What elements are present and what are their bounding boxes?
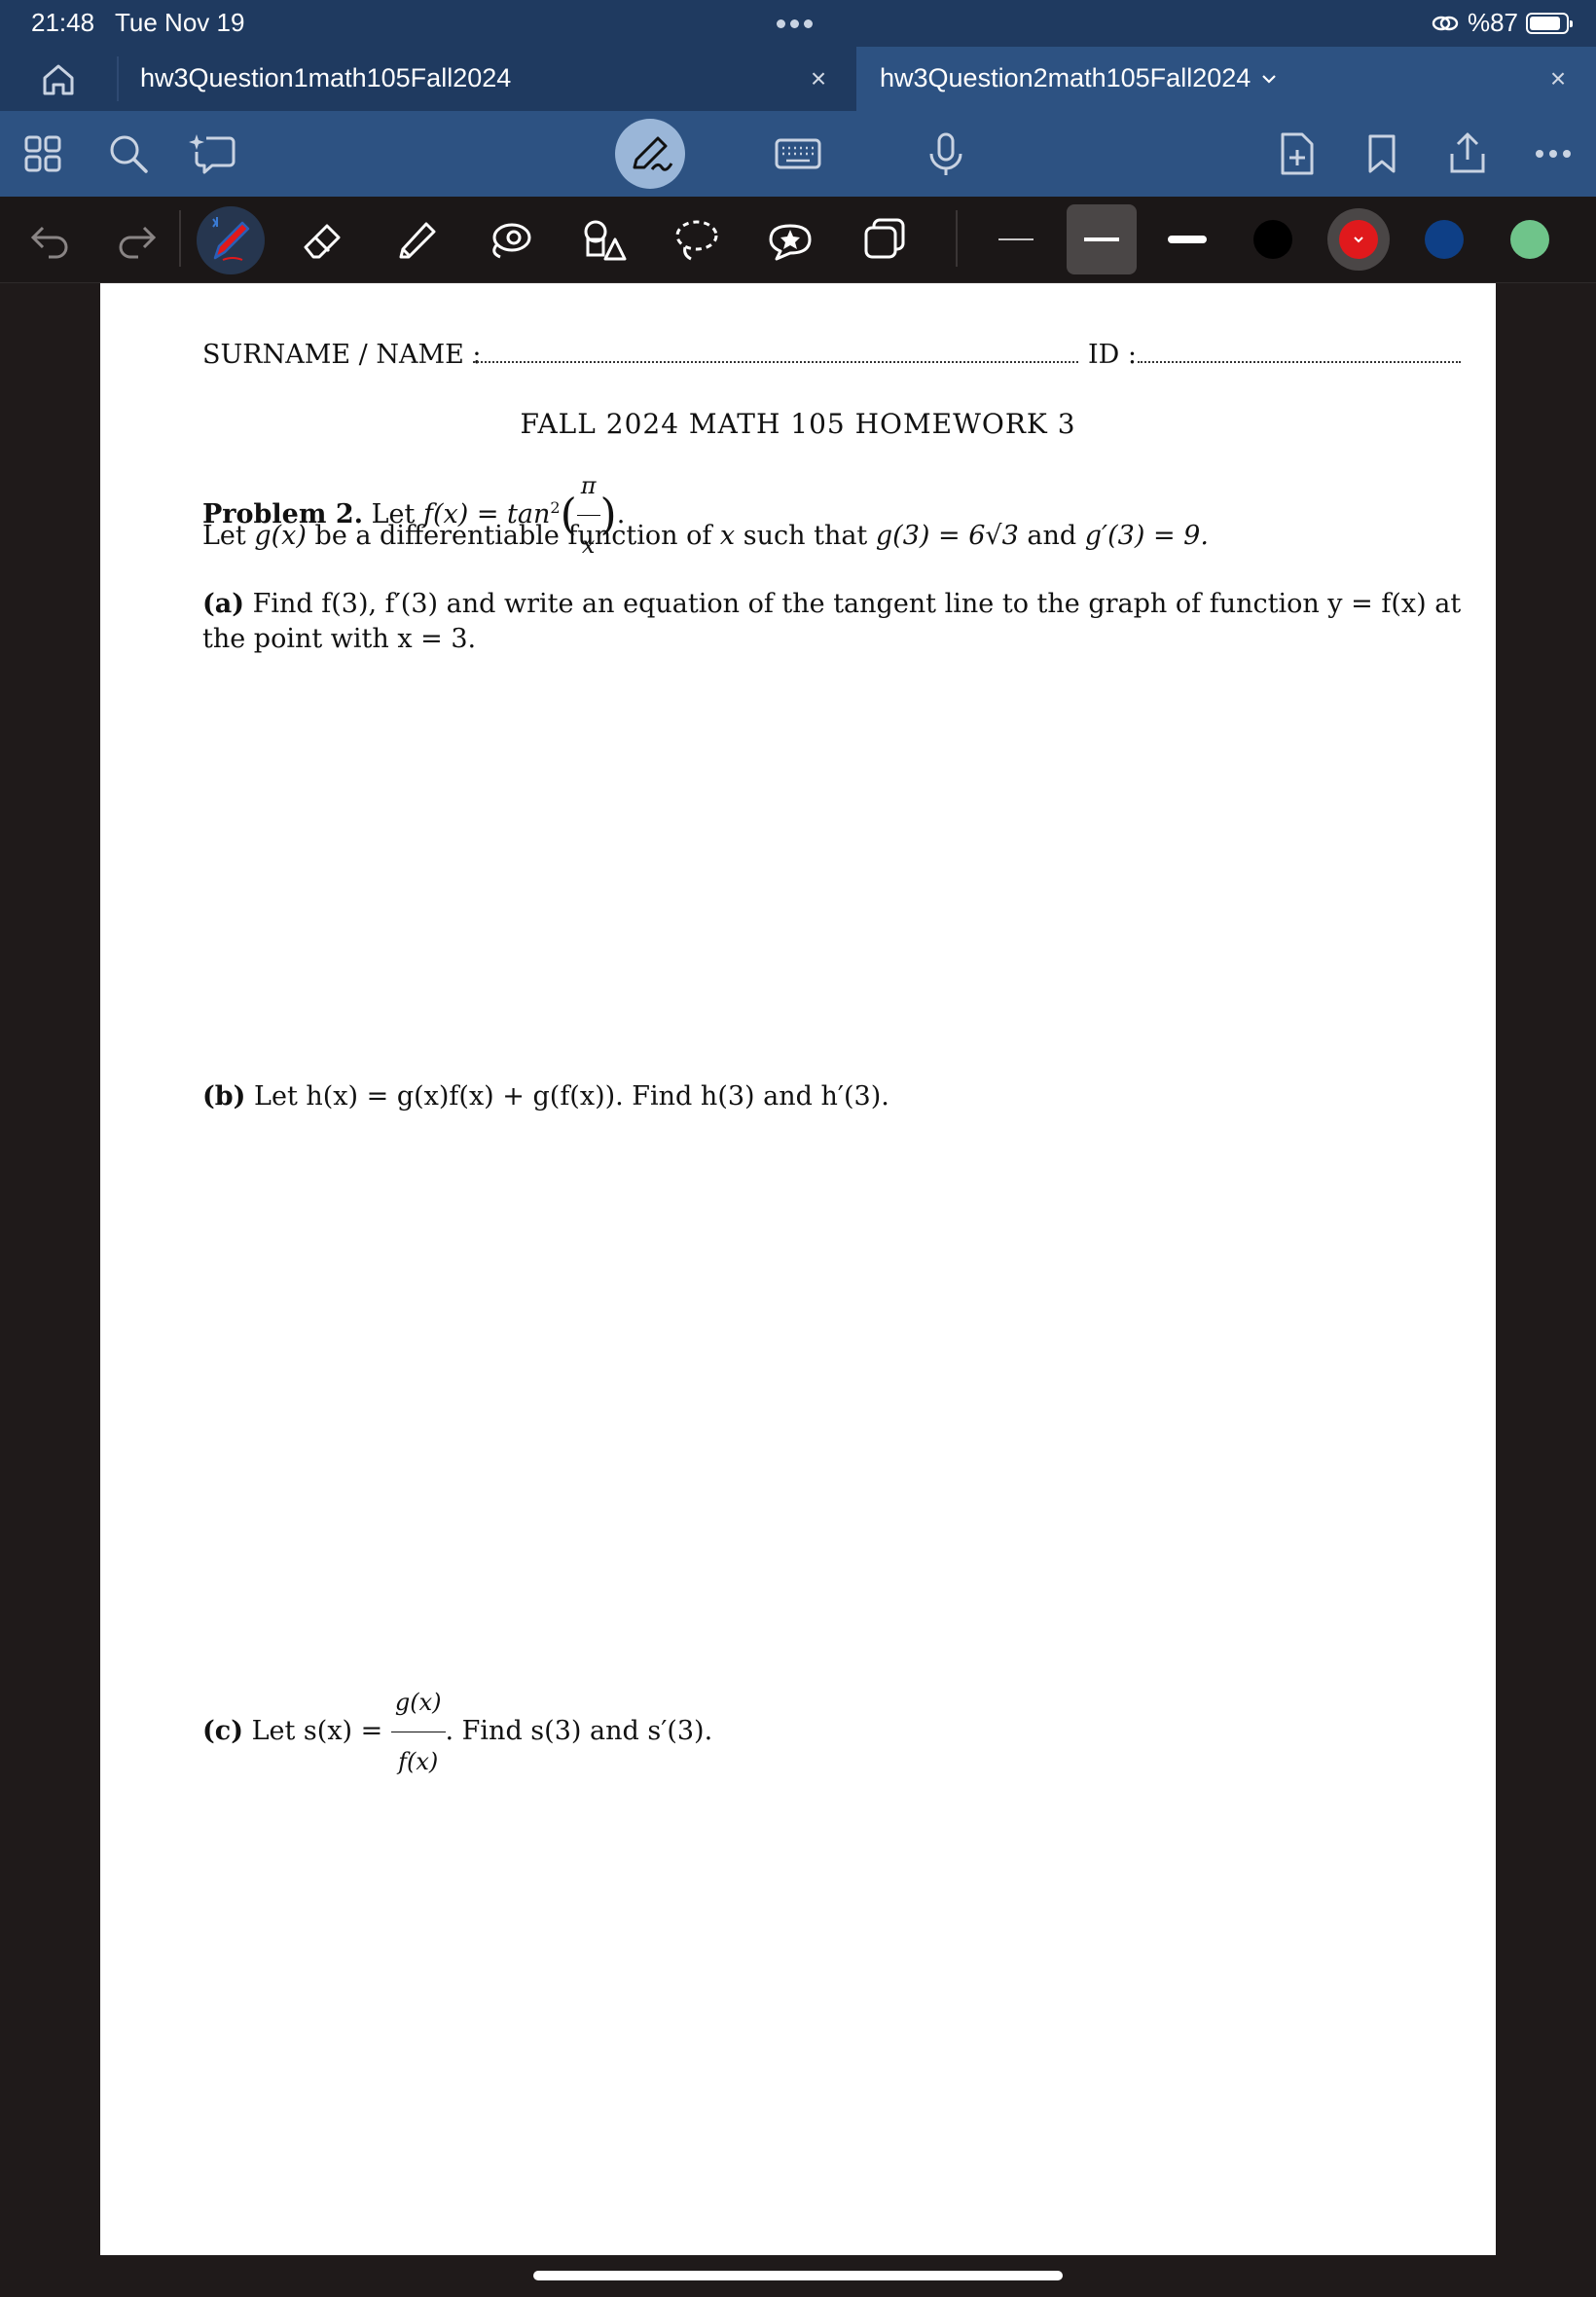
share-icon[interactable]: [1440, 127, 1495, 181]
id-label: ID :: [1088, 340, 1137, 370]
ai-sparkle-icon[interactable]: [187, 127, 241, 181]
pi-symbol: π: [576, 456, 600, 516]
tab-title: hw3Question2math105Fall2024: [880, 63, 1251, 92]
g-text-2: be a differentiable function of: [314, 521, 712, 551]
battery-icon: [1526, 12, 1573, 34]
part-b-label: (b): [202, 1081, 246, 1112]
sticker-icon[interactable]: [763, 212, 817, 267]
toolbar-divider: [179, 210, 181, 267]
g-over-f-fraction: g(x) f(x): [390, 1673, 446, 1791]
surname-field: SURNAME / NAME :: [202, 340, 481, 370]
image-icon[interactable]: [856, 212, 911, 267]
fraction-numerator: g(x): [390, 1673, 446, 1732]
home-icon[interactable]: [37, 60, 80, 99]
g-text-3: such that: [743, 521, 868, 551]
id-field: ID :: [1088, 340, 1137, 370]
link-icon: [1432, 16, 1459, 30]
g-statement: Let g(x) be a differentiable function of…: [202, 521, 1209, 551]
surname-blank-line: [473, 361, 1078, 363]
grid-icon[interactable]: [16, 127, 70, 181]
eraser-icon[interactable]: [296, 212, 350, 267]
color-swatch-red[interactable]: [1339, 220, 1378, 259]
chevron-down-icon[interactable]: [1261, 72, 1277, 86]
g-var: x: [719, 521, 736, 551]
g-and: and: [1027, 521, 1077, 551]
microphone-icon[interactable]: [919, 127, 973, 181]
redo-icon[interactable]: [109, 210, 163, 265]
part-c-text: . Find s(3) and s′(3).: [445, 1716, 713, 1746]
problem-statement: Problem 2. Let f(x) = tan2(π x).: [202, 456, 625, 574]
part-c-label: (c): [202, 1716, 243, 1746]
document-page[interactable]: SURNAME / NAME : ID : FALL 2024 MATH 105…: [100, 283, 1496, 2255]
status-date: Tue Nov 19: [115, 8, 245, 37]
f-exponent: 2: [550, 498, 561, 517]
more-icon[interactable]: [1526, 127, 1580, 181]
color-swatch-black[interactable]: [1253, 220, 1292, 259]
g-name: g(x): [254, 521, 307, 551]
toolbar-divider: [956, 210, 958, 267]
status-right: %87: [1431, 8, 1573, 38]
surname-label: SURNAME / NAME :: [202, 340, 482, 370]
part-a-line-1: (a) Find f(3), f′(3) and write an equati…: [202, 589, 1461, 619]
fraction-denominator: f(x): [398, 1748, 439, 1775]
close-icon[interactable]: ×: [804, 64, 833, 93]
part-a-label: (a): [202, 589, 245, 619]
home-indicator[interactable]: [533, 2271, 1063, 2280]
status-bar: 21:48 Tue Nov 19 %87: [0, 0, 1596, 47]
part-b: (b) Let h(x) = g(x)f(x) + g(f(x)). Find …: [202, 1081, 889, 1112]
keyboard-icon[interactable]: [771, 127, 825, 181]
add-page-icon[interactable]: [1269, 127, 1324, 181]
tab-hw3-question2[interactable]: hw3Question2math105Fall2024 ×: [856, 47, 1596, 111]
g-text-let: Let: [202, 521, 246, 551]
tab-hw3-question1[interactable]: hw3Question1math105Fall2024 ×: [119, 47, 856, 111]
stroke-width-thin-icon[interactable]: [989, 212, 1043, 267]
stroke-width-medium-icon[interactable]: [1074, 212, 1129, 267]
color-swatch-blue[interactable]: [1425, 220, 1464, 259]
bookmark-icon[interactable]: [1355, 127, 1409, 181]
tab-bar: hw3Question1math105Fall2024 × hw3Questio…: [0, 47, 1596, 111]
part-a-text: Find f(3), f′(3) and write an equation o…: [252, 589, 1462, 619]
highlighter-icon[interactable]: [389, 212, 444, 267]
g-condition-2: g′(3) = 9.: [1084, 521, 1209, 551]
shapes-icon[interactable]: [576, 212, 631, 267]
page-title: FALL 2024 MATH 105 HOMEWORK 3: [520, 408, 1076, 440]
main-toolbar: [0, 111, 1596, 197]
stroke-width-thick-icon[interactable]: [1160, 212, 1215, 267]
battery-percent: %87: [1467, 8, 1518, 37]
multitasking-dots-icon[interactable]: [777, 16, 823, 28]
part-b-text: Let h(x) = g(x)f(x) + g(f(x)). Find h(3)…: [254, 1081, 889, 1112]
status-time: 21:48: [31, 8, 95, 37]
lasso-icon[interactable]: [670, 212, 724, 267]
pen-mode-icon[interactable]: [623, 127, 677, 181]
part-c-let: Let s(x) =: [251, 1716, 383, 1746]
part-a-line-2: the point with x = 3.: [202, 624, 477, 654]
search-icon[interactable]: [101, 127, 156, 181]
pen-icon[interactable]: [203, 213, 258, 268]
g-condition-1: g(3) = 6√3: [875, 521, 1019, 551]
color-swatch-green[interactable]: [1510, 220, 1549, 259]
chevron-down-icon: [1354, 237, 1363, 243]
id-blank-line: [1138, 361, 1461, 363]
part-c: (c) Let s(x) = g(x) f(x). Find s(3) and s…: [202, 1673, 712, 1791]
pi-over-x: πx: [576, 456, 600, 574]
tab-title: hw3Question1math105Fall2024: [140, 63, 512, 92]
close-icon[interactable]: ×: [1543, 64, 1573, 93]
lasso-shape-icon[interactable]: [483, 212, 537, 267]
undo-icon[interactable]: [23, 210, 78, 265]
